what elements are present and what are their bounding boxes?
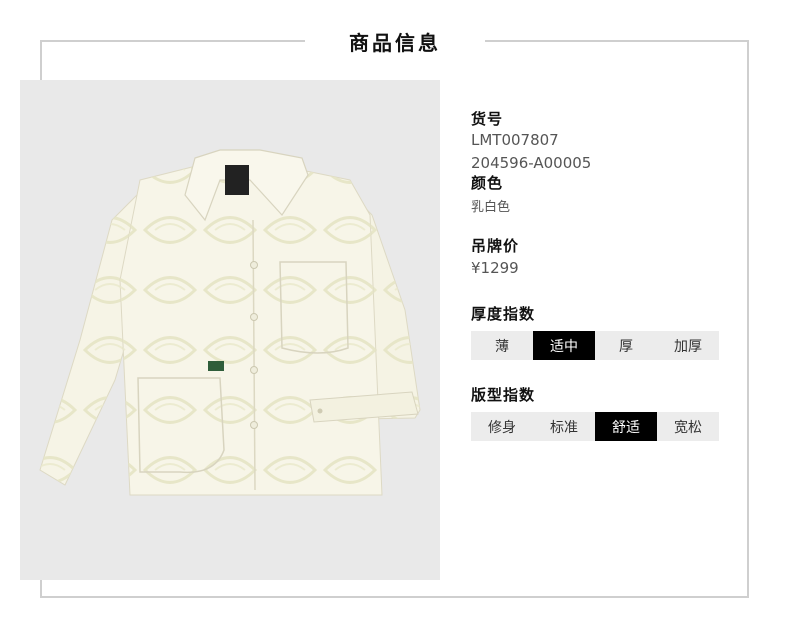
- price-value: ¥1299: [471, 259, 519, 277]
- sku-value-2: 204596-A00005: [471, 154, 592, 172]
- section-title: 商品信息: [349, 30, 441, 55]
- sku-value-1: LMT007807: [471, 131, 559, 149]
- thickness-option-medium[interactable]: 适中: [533, 331, 595, 360]
- product-image: [20, 80, 440, 580]
- price-label: 吊牌价: [471, 237, 520, 255]
- color-label: 颜色: [471, 174, 504, 192]
- color-value: 乳白色: [471, 200, 511, 215]
- sku-label: 货号: [471, 110, 504, 128]
- fit-option-loose[interactable]: 宽松: [657, 412, 719, 441]
- thickness-label: 厚度指数: [471, 305, 536, 323]
- fit-option-slim[interactable]: 修身: [471, 412, 533, 441]
- fit-scale: 修身 标准 舒适 宽松: [471, 412, 719, 441]
- thickness-scale: 薄 适中 厚 加厚: [471, 331, 719, 360]
- thickness-option-extra-thick[interactable]: 加厚: [657, 331, 719, 360]
- thickness-option-thin[interactable]: 薄: [471, 331, 533, 360]
- section-header: 商品信息: [305, 24, 485, 58]
- jacket-illustration: [39, 149, 421, 496]
- thickness-option-thick[interactable]: 厚: [595, 331, 657, 360]
- fit-label: 版型指数: [471, 386, 536, 404]
- fit-option-regular[interactable]: 标准: [533, 412, 595, 441]
- fit-option-comfort[interactable]: 舒适: [595, 412, 657, 441]
